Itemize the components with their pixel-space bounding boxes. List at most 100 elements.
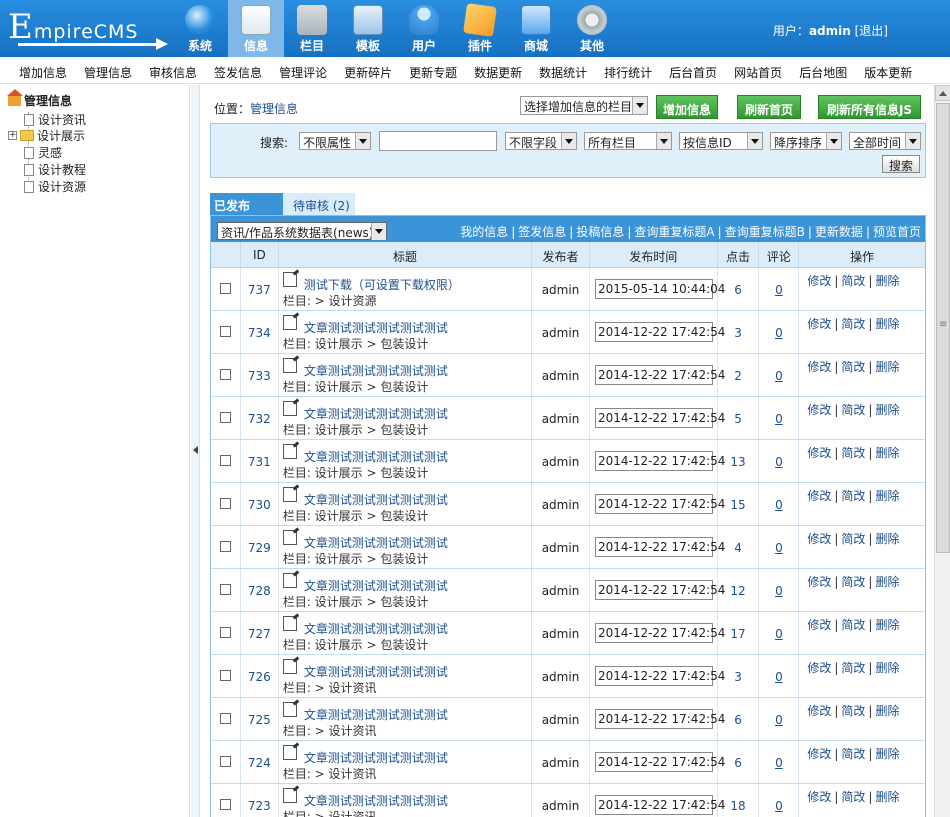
sort-order-select[interactable]: 降序排序 [770, 132, 842, 150]
edit-link[interactable]: 修改 [807, 274, 831, 288]
row-comments-link[interactable]: 0 [759, 741, 800, 783]
delete-link[interactable]: 删除 [875, 532, 899, 546]
sort-field-select[interactable]: 按信息ID [679, 132, 763, 150]
row-publish-time[interactable]: 2014-12-22 17:42:54 [594, 709, 725, 729]
add-info-button[interactable]: 增加信息 [656, 95, 718, 119]
field-select[interactable]: 不限字段 [505, 132, 577, 150]
sidebar-item-resources[interactable]: 设计资源 [24, 178, 86, 195]
tab-pending[interactable]: 待审核 (2) [283, 193, 355, 215]
edit-link[interactable]: 修改 [807, 532, 831, 546]
sidebar-splitter[interactable] [191, 85, 200, 817]
delete-link[interactable]: 删除 [875, 317, 899, 331]
row-comments-link[interactable]: 0 [759, 784, 800, 817]
toolbar-link[interactable]: 查询重复标题B [725, 225, 805, 239]
expand-icon[interactable]: + [8, 131, 17, 140]
row-publish-time[interactable]: 2014-12-22 17:42:54 [594, 494, 725, 514]
nav-item-5[interactable]: 插件 [452, 0, 508, 57]
row-checkbox[interactable] [220, 412, 231, 423]
submenu-item[interactable]: 版本更新 [855, 57, 920, 83]
nav-item-7[interactable]: 其他 [564, 0, 620, 57]
quick-edit-link[interactable]: 简改 [841, 360, 865, 374]
delete-link[interactable]: 删除 [875, 489, 899, 503]
row-comments-link[interactable]: 0 [759, 612, 800, 654]
row-title-link[interactable]: 文章测试测试测试测试测试 [304, 444, 448, 465]
delete-link[interactable]: 删除 [875, 274, 899, 288]
row-title-link[interactable]: 文章测试测试测试测试测试 [304, 616, 448, 637]
add-column-select[interactable]: 选择增加信息的栏目 [520, 96, 648, 115]
row-checkbox[interactable] [220, 369, 231, 380]
row-checkbox[interactable] [220, 584, 231, 595]
sidebar-item-tutorials[interactable]: 设计教程 [24, 161, 86, 178]
submenu-item[interactable]: 数据统计 [530, 57, 595, 83]
submenu-item[interactable]: 签发信息 [205, 57, 270, 83]
nav-item-2[interactable]: 栏目 [284, 0, 340, 57]
collapse-arrow-icon[interactable] [193, 446, 198, 454]
row-comments-link[interactable]: 0 [759, 698, 800, 740]
quick-edit-link[interactable]: 简改 [841, 575, 865, 589]
delete-link[interactable]: 删除 [875, 704, 899, 718]
nav-item-3[interactable]: 模板 [340, 0, 396, 57]
toolbar-link[interactable]: 预览首页 [873, 225, 921, 239]
row-title-link[interactable]: 文章测试测试测试测试测试 [304, 745, 448, 766]
quick-edit-link[interactable]: 简改 [841, 747, 865, 761]
row-checkbox[interactable] [220, 799, 231, 810]
delete-link[interactable]: 删除 [875, 790, 899, 804]
row-title-link[interactable]: 测试下载（可设置下载权限） [304, 272, 460, 293]
row-checkbox[interactable] [220, 498, 231, 509]
quick-edit-link[interactable]: 简改 [841, 446, 865, 460]
submenu-item[interactable]: 管理评论 [270, 57, 335, 83]
row-comments-link[interactable]: 0 [759, 569, 800, 611]
row-publish-time[interactable]: 2014-12-22 17:42:54 [594, 752, 725, 772]
vertical-scrollbar[interactable] [934, 85, 950, 817]
edit-link[interactable]: 修改 [807, 446, 831, 460]
column-select[interactable]: 所有栏目 [584, 132, 672, 150]
edit-link[interactable]: 修改 [807, 618, 831, 632]
row-title-link[interactable]: 文章测试测试测试测试测试 [304, 358, 448, 379]
row-checkbox[interactable] [220, 627, 231, 638]
submenu-item[interactable]: 数据更新 [465, 57, 530, 83]
refresh-all-js-button[interactable]: 刷新所有信息JS [818, 95, 921, 119]
quick-edit-link[interactable]: 简改 [841, 489, 865, 503]
row-comments-link[interactable]: 0 [759, 440, 800, 482]
submenu-item[interactable]: 审核信息 [140, 57, 205, 83]
delete-link[interactable]: 删除 [875, 661, 899, 675]
row-comments-link[interactable]: 0 [759, 268, 800, 310]
delete-link[interactable]: 删除 [875, 575, 899, 589]
submenu-item[interactable]: 更新专题 [400, 57, 465, 83]
quick-edit-link[interactable]: 简改 [841, 274, 865, 288]
scrollbar-thumb[interactable] [936, 103, 950, 553]
edit-link[interactable]: 修改 [807, 704, 831, 718]
sidebar-item-design-news[interactable]: 设计资讯 [24, 111, 86, 128]
row-comments-link[interactable]: 0 [759, 354, 800, 396]
row-publish-time[interactable]: 2015-05-14 10:44:04 [594, 279, 725, 299]
delete-link[interactable]: 删除 [875, 747, 899, 761]
sidebar-item-design-showcase[interactable]: + 设计展示 [8, 127, 85, 144]
nav-item-6[interactable]: 商城 [508, 0, 564, 57]
scroll-up-icon[interactable] [935, 85, 950, 101]
row-publish-time[interactable]: 2014-12-22 17:42:54 [594, 795, 725, 815]
row-publish-time[interactable]: 2014-12-22 17:42:54 [594, 322, 725, 342]
row-title-link[interactable]: 文章测试测试测试测试测试 [304, 401, 448, 422]
row-checkbox[interactable] [220, 283, 231, 294]
row-comments-link[interactable]: 0 [759, 311, 800, 353]
row-checkbox[interactable] [220, 541, 231, 552]
row-publish-time[interactable]: 2014-12-22 17:42:54 [594, 623, 725, 643]
row-title-link[interactable]: 文章测试测试测试测试测试 [304, 788, 448, 809]
row-publish-time[interactable]: 2014-12-22 17:42:54 [594, 537, 725, 557]
quick-edit-link[interactable]: 简改 [841, 661, 865, 675]
search-button[interactable]: 搜索 [882, 155, 920, 173]
sidebar-item-inspiration[interactable]: 灵感 [24, 144, 62, 161]
edit-link[interactable]: 修改 [807, 790, 831, 804]
row-comments-link[interactable]: 0 [759, 397, 800, 439]
submenu-item[interactable]: 后台地图 [790, 57, 855, 83]
quick-edit-link[interactable]: 简改 [841, 790, 865, 804]
row-title-link[interactable]: 文章测试测试测试测试测试 [304, 487, 448, 508]
quick-edit-link[interactable]: 简改 [841, 704, 865, 718]
submenu-item[interactable]: 增加信息 [10, 57, 75, 83]
row-title-link[interactable]: 文章测试测试测试测试测试 [304, 573, 448, 594]
edit-link[interactable]: 修改 [807, 575, 831, 589]
edit-link[interactable]: 修改 [807, 317, 831, 331]
row-checkbox[interactable] [220, 713, 231, 724]
row-title-link[interactable]: 文章测试测试测试测试测试 [304, 659, 448, 680]
time-range-select[interactable]: 全部时间 [849, 132, 921, 150]
